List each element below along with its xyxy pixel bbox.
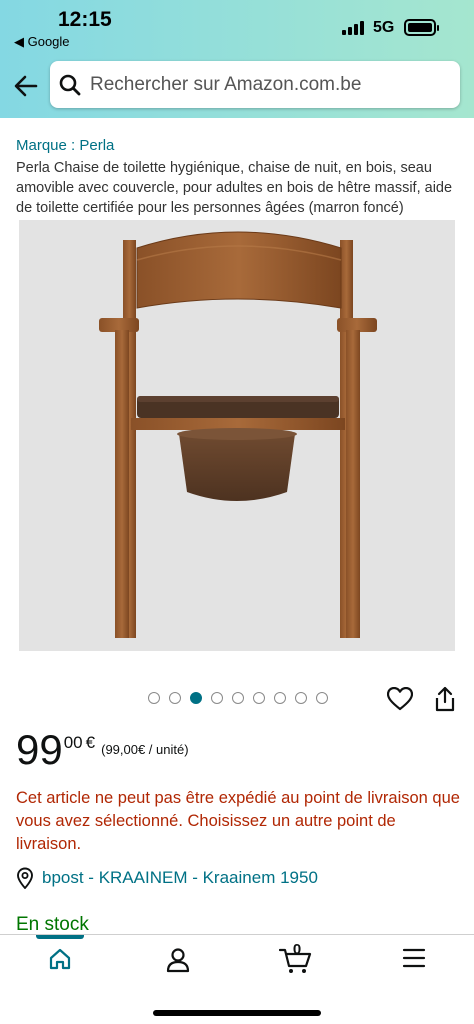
price-currency: € — [85, 733, 96, 752]
image-carousel-dots[interactable] — [148, 692, 328, 704]
header: 12:15 ◀ Google 5G — [0, 0, 474, 118]
carousel-dot[interactable] — [148, 692, 160, 704]
share-icon[interactable] — [433, 686, 457, 712]
price-whole: 99 — [16, 726, 63, 773]
status-time: 12:15 — [58, 8, 112, 31]
delivery-location-link[interactable]: bpost - KRAAINEM - Kraainem 1950 — [16, 867, 318, 889]
price: 99 00 € (99,00€ / unité) — [16, 728, 189, 772]
nav-home[interactable] — [25, 935, 95, 995]
product-image[interactable] — [19, 220, 455, 651]
commode-chair-image — [99, 231, 377, 638]
nav-menu[interactable] — [379, 935, 449, 995]
stock-status: En stock — [16, 914, 89, 935]
carousel-dot[interactable] — [169, 692, 181, 704]
carousel-dot[interactable] — [253, 692, 265, 704]
location-pin-icon — [17, 867, 33, 889]
price-fraction: 00 — [63, 733, 83, 752]
carousel-dot-active[interactable] — [190, 692, 202, 704]
battery-icon — [404, 19, 439, 36]
account-icon — [166, 948, 190, 973]
back-to-google-link[interactable]: ◀ Google — [14, 34, 70, 50]
nav-cart[interactable]: 0 — [261, 935, 331, 995]
back-arrow-icon[interactable] — [12, 72, 40, 100]
carousel-dot[interactable] — [274, 692, 286, 704]
search-icon — [59, 74, 81, 96]
delivery-location-text: bpost - KRAAINEM - Kraainem 1950 — [42, 868, 318, 887]
carousel-dot[interactable] — [316, 692, 328, 704]
home-icon — [49, 948, 71, 970]
menu-icon — [402, 948, 426, 968]
carousel-dot[interactable] — [295, 692, 307, 704]
heart-icon[interactable] — [387, 687, 413, 711]
product-title: Perla Chaise de toilette hygiénique, cha… — [16, 160, 453, 216]
signal-icon — [342, 21, 366, 35]
search-bar[interactable] — [50, 61, 460, 108]
search-input[interactable] — [90, 61, 450, 108]
network-label: 5G — [373, 19, 395, 36]
cart-count: 0 — [292, 941, 302, 958]
nav-account[interactable] — [143, 935, 213, 995]
carousel-dot[interactable] — [211, 692, 223, 704]
brand-link[interactable]: Marque : Perla — [16, 137, 114, 154]
delivery-warning: Cet article ne peut pas être expédié au … — [16, 789, 460, 853]
carousel-dot[interactable] — [232, 692, 244, 704]
unit-price: (99,00€ / unité) — [101, 742, 189, 757]
home-indicator — [153, 1010, 321, 1016]
